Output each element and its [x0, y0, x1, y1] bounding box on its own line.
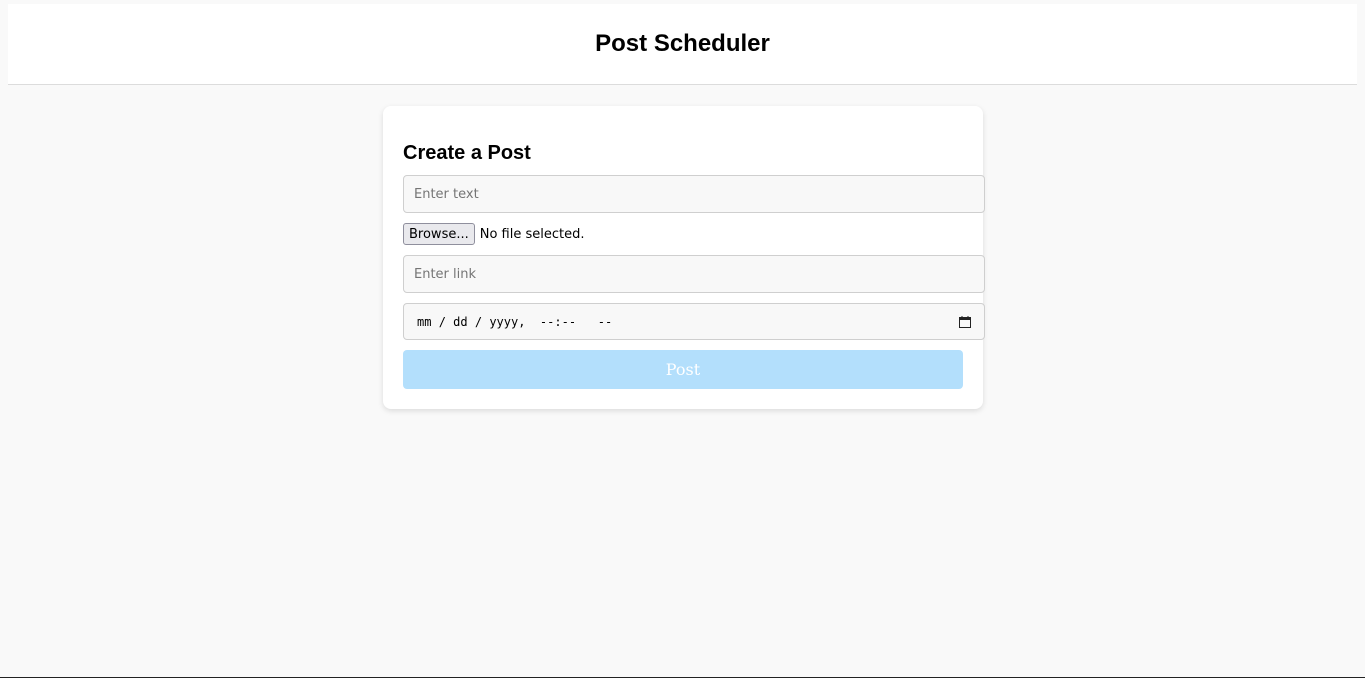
file-input[interactable]: Browse... No file selected. — [403, 223, 584, 245]
month-segment[interactable]: mm — [417, 315, 431, 329]
page-title: Post Scheduler — [595, 30, 770, 57]
year-segment[interactable]: yyyy — [489, 315, 518, 329]
post-text-placeholder: Enter text — [414, 186, 479, 202]
file-status-text: No file selected. — [479, 226, 585, 242]
link-placeholder: Enter link — [414, 266, 477, 282]
date-separator: / — [438, 314, 446, 329]
form-title: Create a Post — [403, 142, 531, 164]
link-input[interactable]: Enter link — [403, 255, 985, 293]
calendar-icon[interactable] — [959, 315, 971, 328]
date-time-comma: , — [518, 314, 526, 329]
hour-segment[interactable]: -- — [540, 315, 554, 329]
app-header: Post Scheduler — [8, 4, 1357, 85]
datetime-input[interactable]: mm / dd / yyyy, --:-- -- — [403, 303, 985, 340]
ampm-segment[interactable]: -- — [598, 315, 612, 329]
time-colon: : — [554, 314, 562, 329]
minute-segment[interactable]: -- — [562, 315, 576, 329]
date-separator: / — [474, 314, 483, 329]
datetime-segments: mm / dd / yyyy, --:-- -- — [417, 315, 612, 329]
page: Post Scheduler Create a Post Enter text … — [0, 0, 1365, 678]
create-post-card: Create a Post Enter text Browse... No fi… — [383, 106, 985, 409]
day-segment[interactable]: dd — [453, 315, 467, 329]
post-button[interactable]: Post — [403, 350, 963, 389]
browse-button[interactable]: Browse... — [403, 223, 475, 245]
post-text-input[interactable]: Enter text — [403, 175, 985, 213]
